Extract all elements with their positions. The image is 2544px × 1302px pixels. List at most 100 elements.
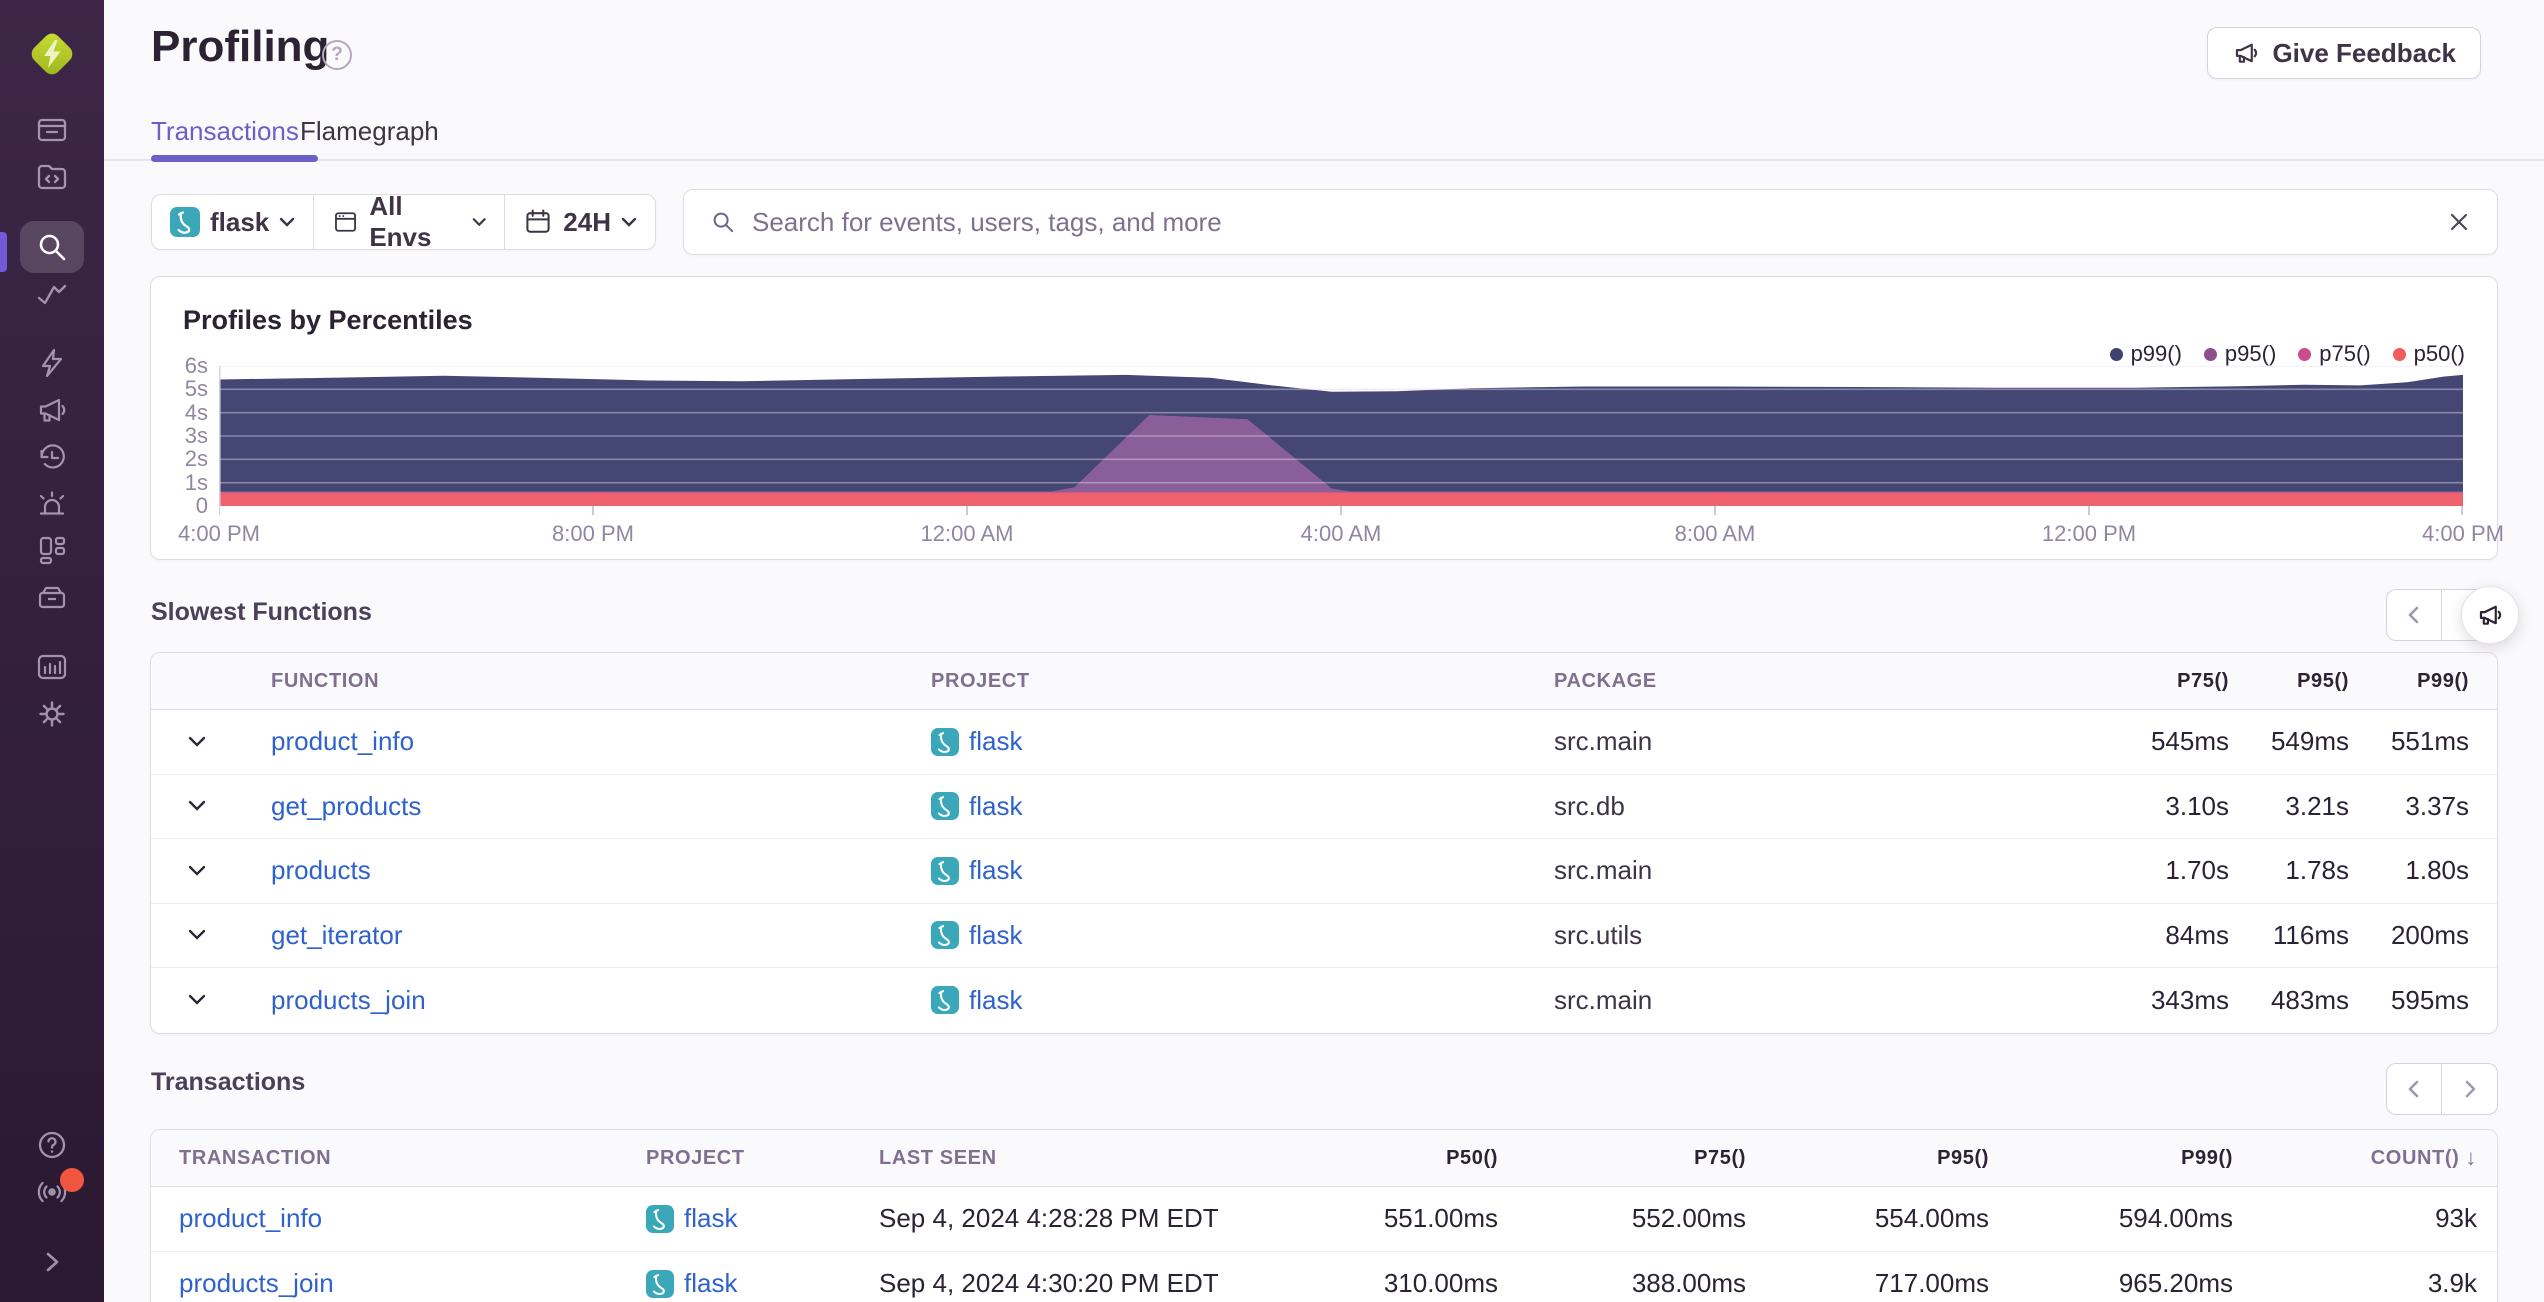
date-range-filter-value: 24H: [563, 206, 611, 237]
function-link[interactable]: get_products: [271, 791, 421, 821]
broadcast-notification-dot: [60, 1168, 84, 1192]
profiles-by-percentiles-card: Profiles by Percentiles p99() p95() p75(…: [150, 276, 2504, 560]
collapse-sidebar-icon[interactable]: [35, 1245, 69, 1279]
calendar-icon: [526, 209, 550, 233]
col-p99: P99(): [2181, 1146, 2233, 1169]
p95-value: 483ms: [2270, 984, 2349, 1015]
legend-item-p99[interactable]: p99(): [2109, 341, 2182, 367]
y-axis-tick: 4s: [184, 400, 208, 425]
col-package: PACKAGE: [1554, 669, 1657, 692]
transactions-title: Transactions: [151, 1068, 306, 1096]
prev-page-button[interactable]: [2386, 1063, 2442, 1115]
p75-value: 552.00ms: [1631, 1203, 1746, 1234]
flask-project-icon: [931, 921, 959, 950]
p95-value: 1.78s: [2285, 855, 2349, 886]
p50-value: 551.00ms: [1383, 1203, 1498, 1234]
col-transaction: TRANSACTION: [179, 1146, 332, 1169]
x-axis-tick: 12:00 PM: [2041, 521, 2137, 546]
help-glyph: ?: [331, 44, 343, 65]
legend-dot-p95: [2203, 347, 2217, 361]
flask-project-icon: [170, 207, 200, 237]
projects-icon[interactable]: [35, 160, 69, 194]
count-value: 3.9k: [2427, 1268, 2477, 1299]
project-link: flask: [969, 726, 1023, 757]
col-project: PROJECT: [931, 669, 1030, 692]
search-icon[interactable]: [35, 230, 69, 264]
table-row: get_iterator flask src.utils 84ms 116ms …: [151, 904, 2497, 968]
help-icon[interactable]: [35, 1128, 69, 1162]
stats-icon[interactable]: [35, 650, 69, 684]
project-cell[interactable]: flask: [903, 920, 1526, 951]
project-cell[interactable]: flask: [903, 855, 1526, 886]
function-link[interactable]: product_info: [271, 726, 414, 756]
metrics-icon[interactable]: [35, 278, 69, 312]
p75-value: 388.00ms: [1631, 1268, 1746, 1299]
function-link[interactable]: get_iterator: [271, 920, 403, 950]
expand-row-icon[interactable]: [151, 929, 243, 941]
expand-row-icon[interactable]: [151, 865, 243, 877]
project-cell[interactable]: flask: [618, 1203, 846, 1234]
sort-desc-icon: ↓: [2465, 1145, 2477, 1170]
quickstart-icon[interactable]: [35, 346, 69, 380]
function-link[interactable]: products: [271, 855, 371, 885]
table-header-row: TRANSACTION PROJECT LAST SEEN P50() P75(…: [151, 1130, 2497, 1187]
percentiles-area-chart[interactable]: [219, 366, 2463, 516]
search-input[interactable]: [752, 206, 2431, 238]
project-cell[interactable]: flask: [618, 1268, 846, 1299]
expand-row-icon[interactable]: [151, 800, 243, 812]
p95-value: 717.00ms: [1874, 1268, 1989, 1299]
date-range-filter[interactable]: 24H: [504, 195, 655, 249]
whats-new-icon[interactable]: [35, 393, 69, 427]
dashboards-icon[interactable]: [35, 533, 69, 567]
col-p75: P75(): [2177, 669, 2229, 692]
expand-row-icon[interactable]: [151, 736, 243, 748]
tab-transactions[interactable]: Transactions: [151, 116, 299, 147]
col-count: COUNT(): [2370, 1146, 2460, 1169]
alerts-icon[interactable]: [35, 488, 69, 522]
settings-icon[interactable]: [35, 697, 69, 731]
releases-icon[interactable]: [35, 580, 69, 614]
active-tab-underline: [151, 155, 318, 162]
package-cell: src.main: [1554, 984, 1653, 1015]
flask-project-icon: [931, 986, 959, 1015]
legend-item-p50[interactable]: p50(): [2392, 341, 2465, 367]
environment-filter[interactable]: All Envs: [313, 191, 504, 252]
p99-value: 594.00ms: [2118, 1203, 2233, 1234]
table-header-row: FUNCTION PROJECT PACKAGE P75() P95() P99…: [151, 653, 2497, 710]
prev-page-button[interactable]: [2386, 589, 2442, 641]
slowest-functions-title: Slowest Functions: [151, 598, 372, 626]
y-axis-tick: 6s: [184, 353, 208, 378]
project-cell[interactable]: flask: [903, 985, 1526, 1016]
chevron-down-icon: [280, 217, 295, 227]
table-row: product_info flask src.main 545ms 549ms …: [151, 710, 2497, 775]
p50-value: 310.00ms: [1383, 1268, 1498, 1299]
history-icon[interactable]: [35, 441, 69, 475]
give-feedback-button[interactable]: Give Feedback: [2207, 27, 2481, 79]
tab-flamegraph[interactable]: Flamegraph: [300, 116, 439, 147]
function-link[interactable]: products_join: [271, 985, 426, 1015]
expand-row-icon[interactable]: [151, 994, 243, 1006]
legend-item-p75[interactable]: p75(): [2298, 341, 2371, 367]
give-feedback-label: Give Feedback: [2272, 37, 2456, 68]
page-help-icon[interactable]: ?: [322, 40, 352, 70]
transaction-link[interactable]: product_info: [179, 1203, 322, 1233]
legend-item-p95[interactable]: p95(): [2203, 341, 2276, 367]
p99-value: 551ms: [2390, 726, 2469, 757]
y-axis-tick: 5s: [184, 376, 208, 401]
megaphone-icon: [2232, 39, 2260, 67]
org-logo[interactable]: [24, 26, 80, 82]
project-cell[interactable]: flask: [903, 791, 1526, 822]
transaction-link[interactable]: products_join: [179, 1268, 334, 1298]
transactions-pager: [2386, 1063, 2498, 1115]
issues-icon[interactable]: [35, 113, 69, 147]
col-count-sort[interactable]: COUNT() ↓: [2233, 1145, 2477, 1171]
next-page-button[interactable]: [2442, 1063, 2498, 1115]
project-filter[interactable]: flask: [152, 195, 313, 249]
clear-search-icon[interactable]: [2447, 210, 2471, 234]
search-icon: [713, 212, 734, 233]
project-cell[interactable]: flask: [903, 726, 1526, 757]
floating-feedback-button[interactable]: [2461, 586, 2519, 644]
flask-project-icon: [646, 1204, 674, 1233]
p75-value: 1.70s: [2165, 855, 2229, 886]
chart-title: Profiles by Percentiles: [183, 305, 473, 335]
